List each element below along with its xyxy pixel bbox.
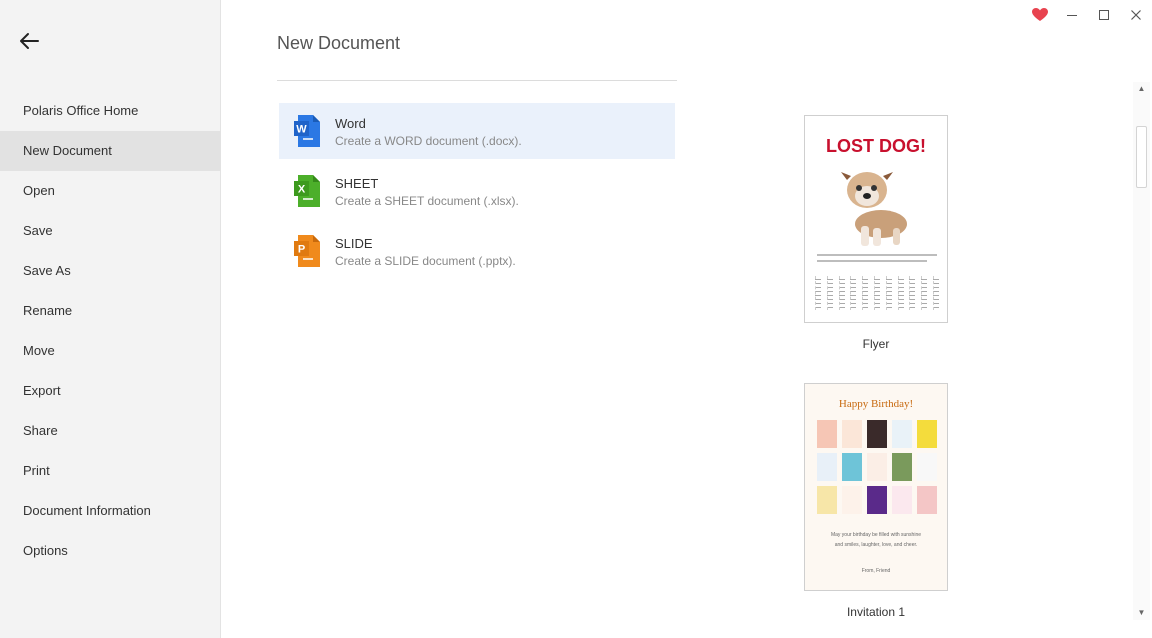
sidebar-item-document-information[interactable]: Document Information: [0, 491, 221, 531]
sidebar-item-save[interactable]: Save: [0, 211, 221, 251]
invitation-preview-from: From, Friend: [861, 568, 891, 574]
sidebar-item-export[interactable]: Export: [0, 371, 221, 411]
svg-text:X: X: [298, 184, 306, 196]
doc-type-name: SLIDE: [335, 236, 373, 251]
svg-text:W: W: [296, 124, 307, 136]
new-sheet-document-button[interactable]: X SHEET Create a SHEET document (.xlsx).: [279, 163, 675, 219]
new-word-document-button[interactable]: W Word Create a WORD document (.docx).: [279, 103, 675, 159]
scroll-down-arrow-icon[interactable]: ▼: [1133, 606, 1150, 620]
template-thumbnail: LOST DOG!: [804, 115, 948, 323]
heart-icon[interactable]: [1024, 0, 1056, 30]
template-flyer[interactable]: LOST DOG! Flyer: [804, 115, 948, 351]
sidebar-item-share[interactable]: Share: [0, 411, 221, 451]
scroll-up-arrow-icon[interactable]: ▲: [1133, 82, 1150, 96]
flyer-body-text: [817, 254, 937, 266]
page-title: New Document: [277, 33, 401, 53]
invitation-preview-line: May your birthday be filled with sunshin…: [830, 532, 922, 538]
sidebar-item-open[interactable]: Open: [0, 171, 221, 211]
invitation-preview-line: and smiles, laughter, love, and cheer.: [834, 542, 918, 548]
flyer-tear-tabs: [815, 276, 939, 310]
sidebar-item-move[interactable]: Move: [0, 331, 221, 371]
doc-type-desc: Create a SLIDE document (.pptx).: [335, 254, 516, 268]
doc-type-name: SHEET: [335, 176, 379, 191]
doc-type-desc: Create a WORD document (.docx).: [335, 134, 522, 148]
template-label: Flyer: [862, 337, 890, 351]
flyer-preview-title: LOST DOG!: [826, 136, 926, 156]
sidebar-item-print[interactable]: Print: [0, 451, 221, 491]
sidebar-item-rename[interactable]: Rename: [0, 291, 221, 331]
template-invitation-1[interactable]: Happy Birthday! May your birthday be fil…: [804, 383, 948, 619]
close-icon[interactable]: [1120, 0, 1152, 30]
template-thumbnail: Happy Birthday! May your birthday be fil…: [804, 383, 948, 591]
doc-type-desc: Create a SHEET document (.xlsx).: [335, 194, 519, 208]
document-type-list: W Word Create a WORD document (.docx). X…: [279, 103, 675, 283]
sidebar: Polaris Office Home New Document Open Sa…: [0, 0, 221, 638]
sidebar-item-options[interactable]: Options: [0, 531, 221, 571]
birthday-card-grid: [817, 420, 937, 514]
sidebar-item-polaris-office-home[interactable]: Polaris Office Home: [0, 91, 221, 131]
dog-image: [841, 172, 907, 246]
title-divider: [277, 80, 677, 81]
maximize-icon[interactable]: [1088, 0, 1120, 30]
window-controls: [1024, 0, 1152, 30]
sidebar-item-save-as[interactable]: Save As: [0, 251, 221, 291]
template-label: Invitation 1: [846, 605, 906, 619]
sidebar-item-new-document[interactable]: New Document: [0, 131, 221, 171]
minimize-icon[interactable]: [1056, 0, 1088, 30]
invitation-preview-title: Happy Birthday!: [838, 398, 914, 410]
sheet-file-icon: X: [294, 175, 320, 207]
back-arrow-icon[interactable]: [14, 26, 44, 56]
word-file-icon: W: [294, 115, 320, 147]
svg-text:P: P: [298, 244, 305, 256]
scrollbar-thumb[interactable]: [1136, 126, 1147, 188]
new-slide-document-button[interactable]: P SLIDE Create a SLIDE document (.pptx).: [279, 223, 675, 279]
vertical-scrollbar[interactable]: ▲ ▼: [1133, 82, 1150, 620]
doc-type-name: Word: [335, 116, 366, 131]
slide-file-icon: P: [294, 235, 320, 267]
sidebar-nav: Polaris Office Home New Document Open Sa…: [0, 91, 221, 571]
